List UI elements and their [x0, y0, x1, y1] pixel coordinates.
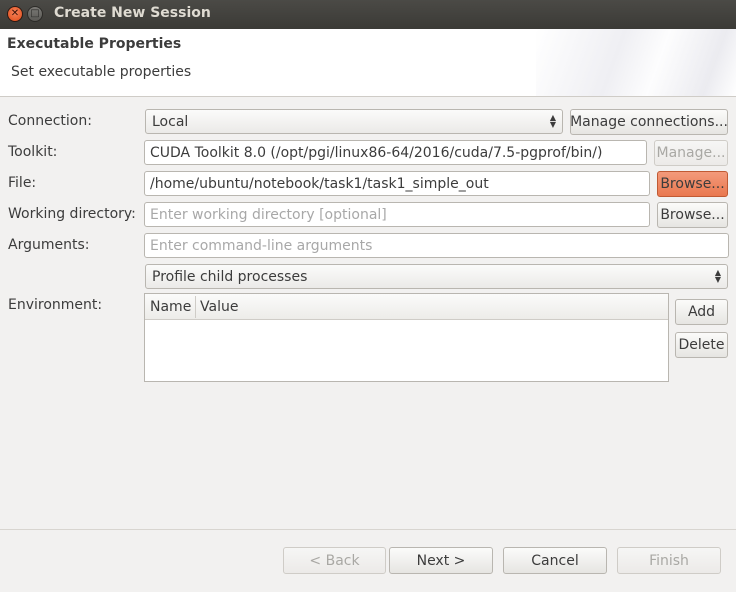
finish-button[interactable]: Finish	[617, 547, 721, 574]
profile-mode-select[interactable]: Profile child processes ▲ ▼	[145, 264, 728, 289]
profile-mode-value: Profile child processes	[152, 268, 308, 285]
window-titlebar: ✕ □ Create New Session	[0, 0, 736, 29]
toolkit-field[interactable]: CUDA Toolkit 8.0 (/opt/pgi/linux86-64/20…	[144, 140, 647, 165]
connection-value: Local	[152, 113, 189, 130]
up-down-chevron-icon: ▲ ▼	[549, 113, 556, 129]
column-header-name[interactable]: Name	[150, 299, 191, 315]
file-field[interactable]: /home/ubuntu/notebook/task1/task1_simple…	[144, 171, 650, 196]
arguments-field[interactable]: Enter command-line arguments	[144, 233, 729, 258]
wizard-header: Executable Properties Set executable pro…	[0, 29, 736, 97]
environment-table-header: Name Value	[145, 294, 668, 320]
page-title: Executable Properties	[7, 36, 182, 52]
connection-label: Connection:	[8, 113, 92, 129]
working-directory-label: Working directory:	[8, 206, 136, 222]
file-label: File:	[8, 175, 37, 191]
window-close-button[interactable]: ✕	[7, 6, 23, 22]
toolkit-manage-button[interactable]: Manage...	[654, 140, 728, 166]
window-maximize-button[interactable]: □	[27, 6, 43, 22]
environment-add-button[interactable]: Add	[675, 299, 728, 325]
column-header-value[interactable]: Value	[200, 299, 238, 315]
manage-connections-button[interactable]: Manage connections...	[570, 109, 728, 135]
next-button[interactable]: Next >	[389, 547, 493, 574]
toolkit-label: Toolkit:	[8, 144, 58, 160]
environment-label: Environment:	[8, 297, 103, 313]
environment-delete-button[interactable]: Delete	[675, 332, 728, 358]
back-button[interactable]: < Back	[283, 547, 386, 574]
arguments-label: Arguments:	[8, 237, 90, 253]
close-icon: ✕	[10, 8, 20, 19]
working-directory-field[interactable]: Enter working directory [optional]	[144, 202, 650, 227]
environment-table[interactable]: Name Value	[144, 293, 669, 382]
header-banner-graphic	[536, 29, 736, 96]
page-subtitle: Set executable properties	[11, 64, 192, 80]
window-title: Create New Session	[54, 5, 211, 21]
column-divider[interactable]	[195, 296, 196, 318]
working-directory-browse-button[interactable]: Browse...	[657, 202, 728, 228]
file-browse-button[interactable]: Browse...	[657, 171, 728, 197]
footer-divider	[0, 529, 736, 530]
maximize-icon: □	[30, 8, 40, 19]
connection-select[interactable]: Local ▲ ▼	[145, 109, 563, 134]
up-down-chevron-icon: ▲ ▼	[714, 268, 721, 284]
cancel-button[interactable]: Cancel	[503, 547, 607, 574]
